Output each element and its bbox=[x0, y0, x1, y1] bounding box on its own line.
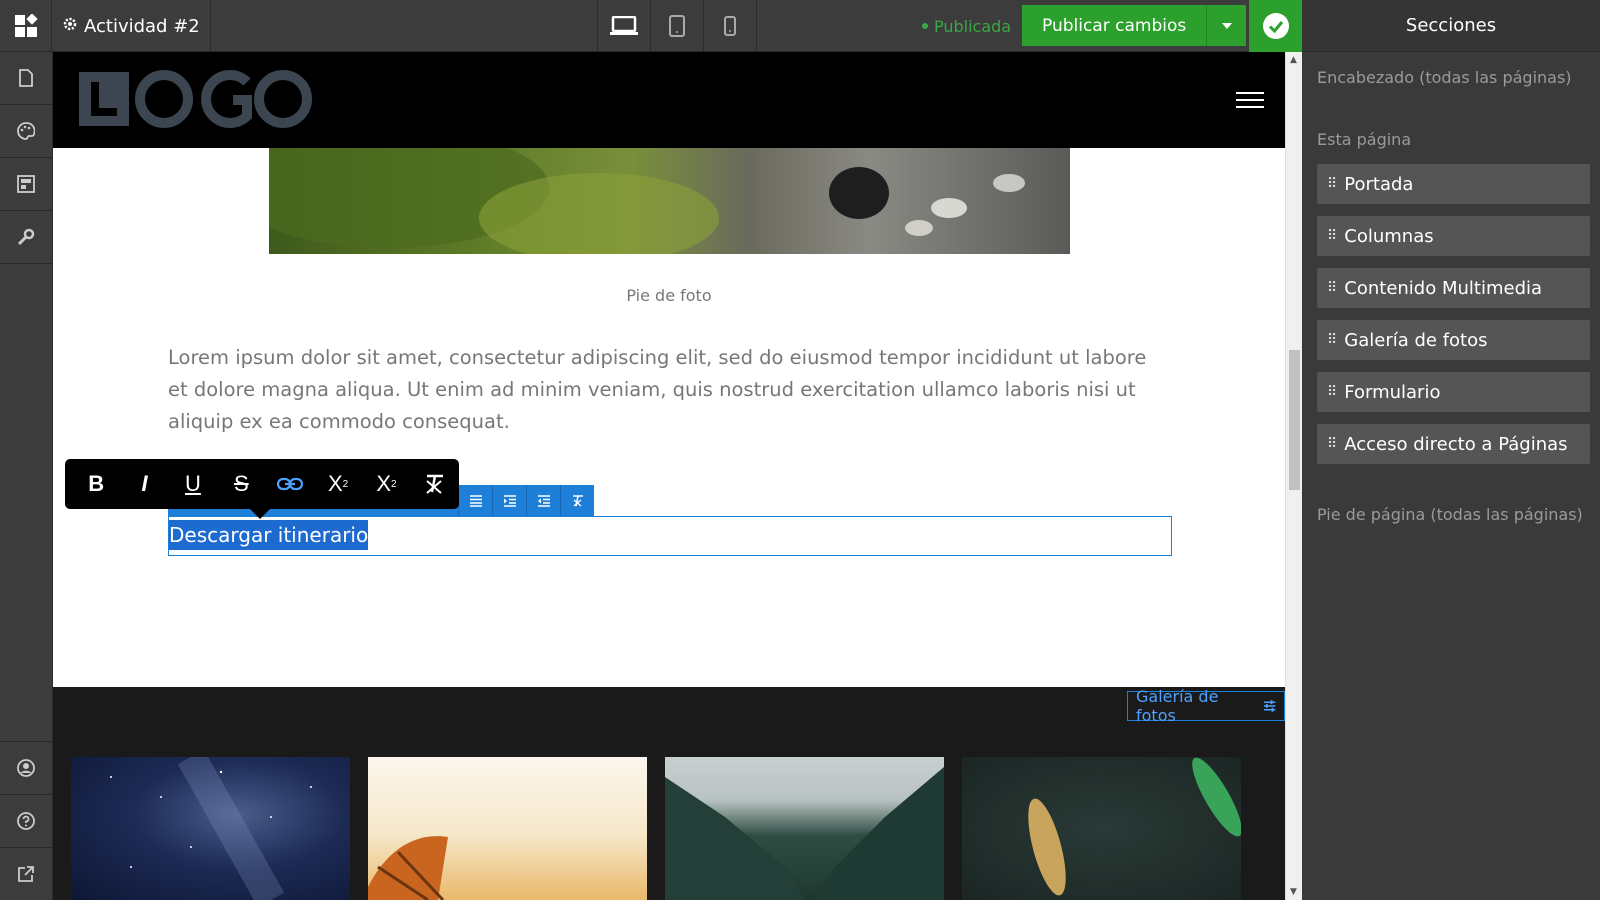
status-label: Publicada bbox=[934, 16, 1012, 36]
caret-down-icon bbox=[1221, 22, 1232, 29]
clear-format-icon[interactable] bbox=[560, 485, 594, 517]
drag-handle-icon[interactable]: ⠿ bbox=[1327, 384, 1337, 400]
gallery-image-boat[interactable] bbox=[368, 757, 647, 900]
drag-handle-icon[interactable]: ⠿ bbox=[1327, 436, 1337, 452]
section-item-galeria[interactable]: ⠿ Galería de fotos bbox=[1317, 320, 1590, 360]
section-item-label: Galería de fotos bbox=[1344, 329, 1488, 351]
check-circle-icon[interactable] bbox=[1249, 0, 1302, 52]
photo-caption[interactable]: Pie de foto bbox=[53, 286, 1285, 305]
site-logo bbox=[79, 70, 312, 128]
drag-handle-icon[interactable]: ⠿ bbox=[1327, 280, 1337, 296]
gallery-image-stars[interactable] bbox=[71, 749, 350, 900]
gallery-image-kayaks[interactable] bbox=[962, 757, 1242, 900]
gear-icon bbox=[62, 16, 78, 37]
section-item-label: Portada bbox=[1344, 173, 1414, 195]
pages-icon[interactable] bbox=[0, 52, 52, 105]
text-block-editing[interactable]: Descargar itinerario bbox=[168, 516, 1172, 556]
hero-photo[interactable] bbox=[269, 148, 1070, 254]
help-icon[interactable] bbox=[0, 794, 52, 847]
publish-status: Publicada bbox=[922, 0, 1011, 52]
desktop-view-icon[interactable] bbox=[598, 0, 651, 52]
superscript-button[interactable]: X2 bbox=[314, 459, 362, 509]
page-group-label: Esta página bbox=[1317, 130, 1412, 149]
canvas-scrollbar[interactable]: ▲ ▼ bbox=[1285, 52, 1302, 900]
sliders-icon bbox=[1263, 700, 1276, 712]
gallery-image-fjord[interactable] bbox=[665, 757, 944, 900]
drag-handle-icon[interactable]: ⠿ bbox=[1327, 228, 1337, 244]
drag-handle-icon[interactable]: ⠿ bbox=[1327, 332, 1337, 348]
link-icon[interactable] bbox=[266, 459, 314, 509]
page-canvas: Pie de foto Lorem ipsum dolor sit amet, … bbox=[53, 52, 1285, 900]
site-selector[interactable]: Actividad #2 bbox=[52, 0, 211, 52]
left-toolbar bbox=[0, 52, 53, 900]
format-toolbar: B I U S X2 X2 bbox=[65, 459, 459, 509]
indent-icon[interactable] bbox=[492, 485, 526, 517]
hamburger-menu-icon[interactable] bbox=[1236, 92, 1264, 108]
drag-handle-icon[interactable]: ⠿ bbox=[1327, 176, 1337, 192]
top-bar: Actividad #2 Publicada Publicar cambios bbox=[0, 0, 1302, 52]
strikethrough-button[interactable]: S bbox=[217, 459, 265, 509]
outdent-icon[interactable] bbox=[526, 485, 560, 517]
sections-panel: Secciones Encabezado (todas las páginas)… bbox=[1302, 0, 1600, 900]
tablet-view-icon[interactable] bbox=[651, 0, 704, 52]
account-icon[interactable] bbox=[0, 741, 52, 794]
section-item-label: Formulario bbox=[1344, 381, 1441, 403]
body-paragraph[interactable]: Lorem ipsum dolor sit amet, consectetur … bbox=[168, 342, 1168, 438]
scroll-thumb[interactable] bbox=[1289, 350, 1300, 490]
subscript-button[interactable]: X2 bbox=[362, 459, 410, 509]
underline-button[interactable]: U bbox=[169, 459, 217, 509]
device-switcher bbox=[597, 0, 757, 52]
format-toolbar-pointer bbox=[250, 509, 270, 519]
align-justify-icon[interactable] bbox=[458, 485, 492, 517]
site-header[interactable] bbox=[53, 52, 1285, 148]
left-toolbar-bottom bbox=[0, 741, 52, 900]
palette-icon[interactable] bbox=[0, 105, 52, 158]
mobile-view-icon[interactable] bbox=[704, 0, 757, 52]
gallery-tag-label: Galería de fotos bbox=[1136, 687, 1219, 725]
app-logo-icon[interactable] bbox=[0, 0, 52, 52]
footer-group[interactable]: Pie de página (todas las páginas) bbox=[1317, 505, 1583, 524]
publish-group: Publicar cambios bbox=[1022, 5, 1247, 46]
section-item-label: Contenido Multimedia bbox=[1344, 277, 1543, 299]
layout-icon[interactable] bbox=[0, 158, 52, 211]
scroll-down-icon[interactable]: ▼ bbox=[1290, 887, 1297, 897]
section-item-label: Columnas bbox=[1344, 225, 1434, 247]
remove-format-icon[interactable] bbox=[411, 459, 459, 509]
header-group[interactable]: Encabezado (todas las páginas) bbox=[1317, 68, 1572, 87]
section-item-label: Acceso directo a Páginas bbox=[1344, 433, 1568, 455]
section-item-columnas[interactable]: ⠿ Columnas bbox=[1317, 216, 1590, 256]
section-item-acceso[interactable]: ⠿ Acceso directo a Páginas bbox=[1317, 424, 1590, 464]
wrench-icon[interactable] bbox=[0, 211, 52, 264]
publish-options-button[interactable] bbox=[1206, 5, 1247, 46]
section-item-portada[interactable]: ⠿ Portada bbox=[1317, 164, 1590, 204]
section-item-formulario[interactable]: ⠿ Formulario bbox=[1317, 372, 1590, 412]
section-list: ⠿ Portada ⠿ Columnas ⠿ Contenido Multimedia… bbox=[1317, 164, 1590, 476]
status-dot-icon bbox=[922, 23, 928, 29]
publish-button[interactable]: Publicar cambios bbox=[1022, 5, 1207, 46]
photo-gallery-section[interactable]: Galería de fotos bbox=[53, 687, 1285, 900]
gallery-settings-button[interactable]: Galería de fotos bbox=[1127, 687, 1285, 725]
section-item-multimedia[interactable]: ⠿ Contenido Multimedia bbox=[1317, 268, 1590, 308]
italic-button[interactable]: I bbox=[120, 459, 168, 509]
editor-app: Actividad #2 Publicada Publicar cambios bbox=[0, 0, 1600, 900]
bold-button[interactable]: B bbox=[72, 459, 120, 509]
scroll-up-icon[interactable]: ▲ bbox=[1290, 55, 1297, 65]
external-link-icon[interactable] bbox=[0, 847, 52, 900]
panel-title: Secciones bbox=[1302, 0, 1600, 52]
site-title: Actividad #2 bbox=[84, 15, 200, 37]
selected-text[interactable]: Descargar itinerario bbox=[169, 520, 369, 550]
